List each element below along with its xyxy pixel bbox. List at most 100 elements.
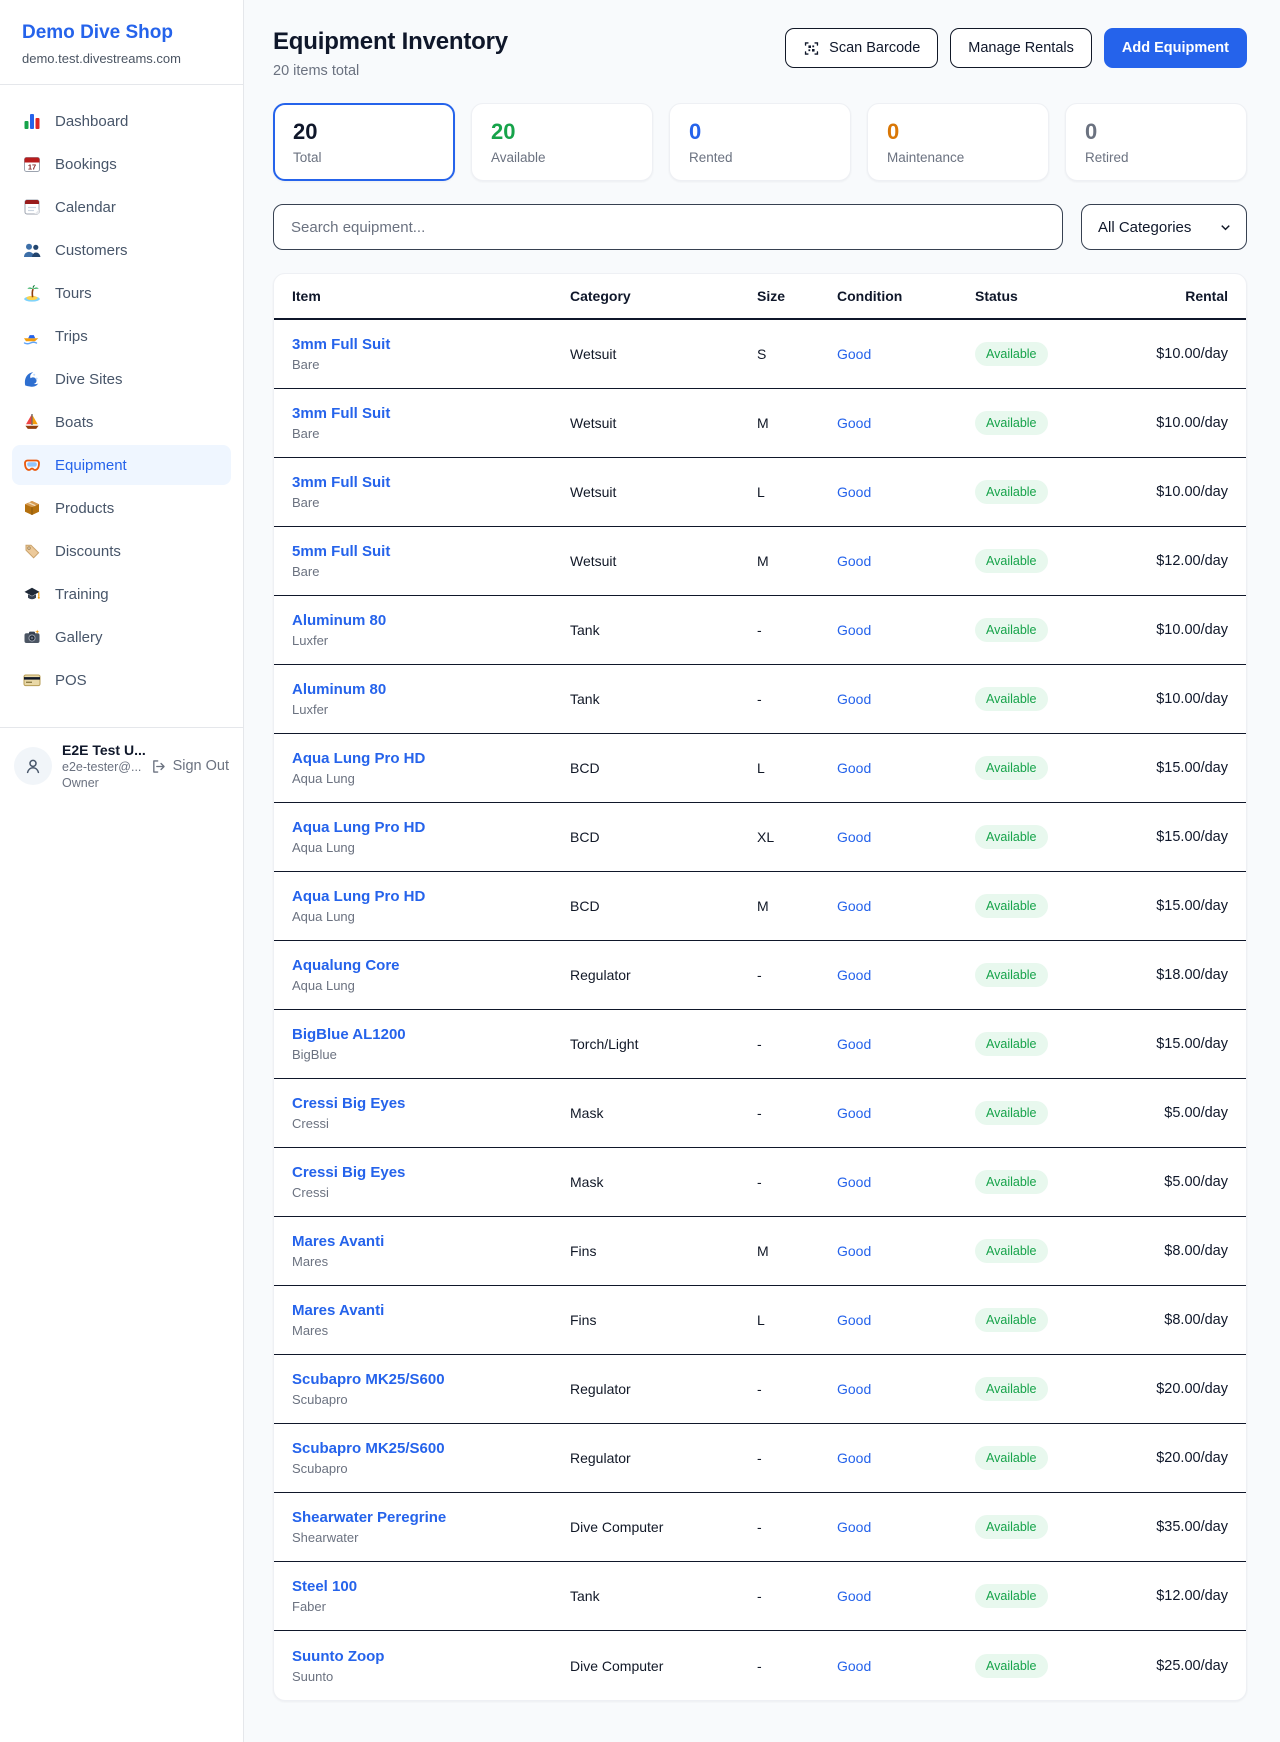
condition-link[interactable]: Good <box>837 691 975 707</box>
item-name-link[interactable]: Aluminum 80 <box>292 681 570 698</box>
stat-card-retired[interactable]: 0 Retired <box>1065 103 1247 181</box>
condition-link[interactable]: Good <box>837 1519 975 1535</box>
stat-card-rented[interactable]: 0 Rented <box>669 103 851 181</box>
status-badge: Available <box>975 342 1048 366</box>
item-name-link[interactable]: Aqualung Core <box>292 957 570 974</box>
table-row: Cressi Big Eyes Cressi Mask - Good Avail… <box>274 1148 1246 1217</box>
item-brand: Aqua Lung <box>292 909 570 924</box>
item-category: BCD <box>570 760 757 776</box>
sidebar-item-products[interactable]: Products <box>12 488 231 528</box>
table-body: 3mm Full Suit Bare Wetsuit S Good Availa… <box>274 320 1246 1700</box>
item-category: Tank <box>570 1588 757 1604</box>
item-name-link[interactable]: Aqua Lung Pro HD <box>292 819 570 836</box>
condition-link[interactable]: Good <box>837 415 975 431</box>
sidebar-item-boats[interactable]: Boats <box>12 402 231 442</box>
item-name-link[interactable]: 3mm Full Suit <box>292 474 570 491</box>
condition-link[interactable]: Good <box>837 553 975 569</box>
sidebar-item-customers[interactable]: Customers <box>12 230 231 270</box>
condition-link[interactable]: Good <box>837 622 975 638</box>
sailboat-icon <box>22 412 42 432</box>
item-size: - <box>757 1036 837 1052</box>
condition-link[interactable]: Good <box>837 967 975 983</box>
stat-value: 0 <box>689 119 831 145</box>
stats-row: 20 Total 20 Available 0 Rented 0 Mainten… <box>273 103 1247 181</box>
sidebar-item-training[interactable]: Training <box>12 574 231 614</box>
item-name-link[interactable]: Shearwater Peregrine <box>292 1509 570 1526</box>
people-icon <box>22 240 42 260</box>
condition-link[interactable]: Good <box>837 760 975 776</box>
stat-card-available[interactable]: 20 Available <box>471 103 653 181</box>
sidebar: Demo Dive Shop demo.test.divestreams.com… <box>0 0 244 1742</box>
category-select[interactable]: All Categories <box>1081 204 1247 250</box>
condition-link[interactable]: Good <box>837 1658 975 1674</box>
item-name-link[interactable]: Aluminum 80 <box>292 612 570 629</box>
sidebar-item-bookings[interactable]: 17 Bookings <box>12 144 231 184</box>
condition-link[interactable]: Good <box>837 1312 975 1328</box>
condition-link[interactable]: Good <box>837 1588 975 1604</box>
item-brand: Bare <box>292 357 570 372</box>
item-name-link[interactable]: Cressi Big Eyes <box>292 1095 570 1112</box>
filter-row: All Categories <box>273 204 1247 250</box>
item-name-link[interactable]: Mares Avanti <box>292 1233 570 1250</box>
table-row: Aqualung Core Aqua Lung Regulator - Good… <box>274 941 1246 1010</box>
app-root: Demo Dive Shop demo.test.divestreams.com… <box>0 0 1280 1742</box>
sidebar-item-dashboard[interactable]: Dashboard <box>12 101 231 141</box>
stat-value: 0 <box>1085 119 1227 145</box>
condition-link[interactable]: Good <box>837 1105 975 1121</box>
condition-link[interactable]: Good <box>837 829 975 845</box>
table-row: Aqua Lung Pro HD Aqua Lung BCD M Good Av… <box>274 872 1246 941</box>
condition-link[interactable]: Good <box>837 1381 975 1397</box>
item-brand: Aqua Lung <box>292 771 570 786</box>
add-equipment-button[interactable]: Add Equipment <box>1104 28 1247 68</box>
item-name-link[interactable]: Suunto Zoop <box>292 1648 570 1665</box>
table-row: 3mm Full Suit Bare Wetsuit S Good Availa… <box>274 320 1246 389</box>
search-input[interactable] <box>273 204 1063 250</box>
manage-rentals-label: Manage Rentals <box>968 40 1074 56</box>
column-header-size: Size <box>757 288 837 304</box>
sidebar-item-dive-sites[interactable]: Dive Sites <box>12 359 231 399</box>
sidebar-item-equipment[interactable]: Equipment <box>12 445 231 485</box>
sidebar-item-calendar[interactable]: Calendar <box>12 187 231 227</box>
table-row: 3mm Full Suit Bare Wetsuit L Good Availa… <box>274 458 1246 527</box>
item-name-link[interactable]: Aqua Lung Pro HD <box>292 750 570 767</box>
item-category: Mask <box>570 1105 757 1121</box>
stat-card-total[interactable]: 20 Total <box>273 103 455 181</box>
condition-link[interactable]: Good <box>837 1174 975 1190</box>
sidebar-item-tours[interactable]: Tours <box>12 273 231 313</box>
condition-link[interactable]: Good <box>837 484 975 500</box>
item-brand: Suunto <box>292 1669 570 1684</box>
sidebar-item-pos[interactable]: POS <box>12 660 231 700</box>
status-badge: Available <box>975 687 1048 711</box>
item-name-link[interactable]: Aqua Lung Pro HD <box>292 888 570 905</box>
item-name-link[interactable]: BigBlue AL1200 <box>292 1026 570 1043</box>
item-name-link[interactable]: 3mm Full Suit <box>292 405 570 422</box>
condition-link[interactable]: Good <box>837 898 975 914</box>
condition-link[interactable]: Good <box>837 1036 975 1052</box>
item-name-link[interactable]: Mares Avanti <box>292 1302 570 1319</box>
sidebar-item-discounts[interactable]: Discounts <box>12 531 231 571</box>
sidebar-item-gallery[interactable]: Gallery <box>12 617 231 657</box>
sidebar-item-trips[interactable]: Trips <box>12 316 231 356</box>
item-name-link[interactable]: Steel 100 <box>292 1578 570 1595</box>
condition-link[interactable]: Good <box>837 346 975 362</box>
rental-rate: $25.00/day <box>1135 1658 1228 1674</box>
stat-card-maintenance[interactable]: 0 Maintenance <box>867 103 1049 181</box>
sign-out-button[interactable]: Sign Out <box>150 758 229 775</box>
item-category: Fins <box>570 1243 757 1259</box>
item-size: XL <box>757 829 837 845</box>
scan-barcode-button[interactable]: Scan Barcode <box>785 28 938 68</box>
sidebar-item-label: Bookings <box>55 156 117 173</box>
speedboat-icon <box>22 326 42 346</box>
item-name-link[interactable]: Scubapro MK25/S600 <box>292 1440 570 1457</box>
sidebar-item-label: POS <box>55 672 87 689</box>
condition-link[interactable]: Good <box>837 1243 975 1259</box>
item-size: M <box>757 1243 837 1259</box>
item-name-link[interactable]: 3mm Full Suit <box>292 336 570 353</box>
user-meta: E2E Test U... e2e-tester@... Owner <box>62 742 140 790</box>
item-name-link[interactable]: Cressi Big Eyes <box>292 1164 570 1181</box>
item-name-link[interactable]: 5mm Full Suit <box>292 543 570 560</box>
condition-link[interactable]: Good <box>837 1450 975 1466</box>
sidebar-header: Demo Dive Shop demo.test.divestreams.com <box>0 0 243 85</box>
item-name-link[interactable]: Scubapro MK25/S600 <box>292 1371 570 1388</box>
manage-rentals-button[interactable]: Manage Rentals <box>950 28 1092 68</box>
